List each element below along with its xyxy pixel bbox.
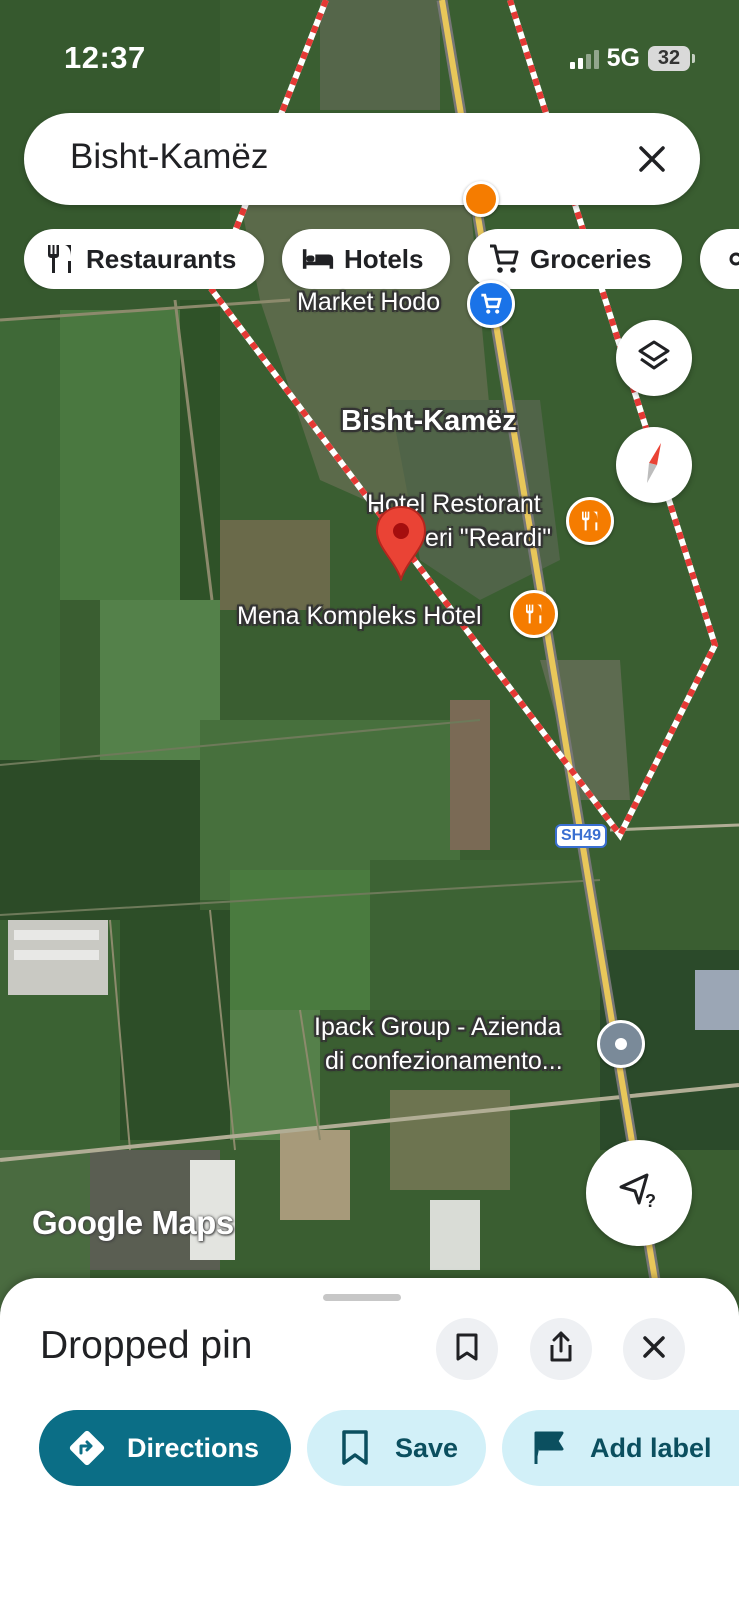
layers-button[interactable] — [616, 320, 692, 396]
label-market-hodo[interactable]: Market Hodo — [297, 288, 440, 317]
chip-groceries[interactable]: Groceries — [468, 229, 682, 289]
share-button[interactable] — [530, 1318, 592, 1380]
restaurant-marker-icon[interactable] — [566, 497, 614, 545]
label-reardi[interactable]: eri "Reardi" — [425, 524, 551, 553]
directions-label: Directions — [127, 1432, 260, 1463]
directions-button[interactable]: Directions — [39, 1410, 291, 1486]
share-icon — [547, 1331, 575, 1368]
restaurant-marker-icon-2[interactable] — [510, 590, 558, 638]
battery-level: 32 — [648, 46, 690, 71]
chip-more[interactable] — [700, 229, 739, 289]
clear-search-icon[interactable] — [628, 135, 676, 183]
place-bottom-sheet: Dropped pin Directions Save Add label — [0, 1278, 739, 1600]
bookmark-icon — [455, 1332, 479, 1367]
label-ipack-line2[interactable]: di confezionamento... — [325, 1047, 563, 1076]
chip-label-hotels: Hotels — [344, 243, 424, 274]
dropped-pin-icon[interactable] — [375, 505, 427, 581]
more-category-icon — [720, 243, 739, 275]
add-label-button[interactable]: Add label — [502, 1410, 739, 1486]
sheet-drag-handle[interactable] — [323, 1294, 401, 1301]
chip-label-groceries: Groceries — [530, 243, 652, 274]
signal-icon — [569, 49, 599, 69]
place-title: Dropped pin — [40, 1324, 253, 1367]
navigation-question-icon: ? — [617, 1171, 661, 1216]
restaurant-marker-top[interactable] — [463, 181, 499, 217]
svg-text:?: ? — [645, 1191, 656, 1211]
chip-label-restaurants: Restaurants — [86, 243, 237, 274]
save-label: Save — [395, 1432, 459, 1463]
save-bookmark-icon — [333, 1426, 377, 1470]
navigate-button[interactable]: ? — [586, 1140, 692, 1246]
place-marker-icon[interactable] — [597, 1020, 645, 1068]
fork-knife-icon — [44, 243, 76, 275]
label-mena-kompleks[interactable]: Mena Kompleks Hotel — [237, 602, 482, 631]
map-view[interactable]: 12:37 5G 32 Bisht-Kamëz Restaurants Hote… — [0, 0, 739, 1310]
add-label-label: Add label — [590, 1432, 712, 1463]
bed-icon — [302, 243, 334, 275]
flag-icon — [528, 1426, 572, 1470]
search-bar[interactable]: Bisht-Kamëz — [24, 113, 700, 205]
status-bar: 12:37 5G 32 — [0, 38, 739, 78]
bookmark-button[interactable] — [436, 1318, 498, 1380]
save-button[interactable]: Save — [307, 1410, 486, 1486]
label-ipack-line1[interactable]: Ipack Group - Azienda — [314, 1013, 561, 1042]
close-sheet-button[interactable] — [623, 1318, 685, 1380]
chip-restaurants[interactable]: Restaurants — [24, 229, 264, 289]
google-maps-logo: Google Maps — [32, 1204, 234, 1241]
search-query[interactable]: Bisht-Kamëz — [70, 137, 268, 177]
category-chips: Restaurants Hotels Groceries — [24, 229, 739, 289]
directions-icon — [65, 1426, 109, 1470]
chip-hotels[interactable]: Hotels — [282, 229, 450, 289]
compass-button[interactable] — [616, 427, 692, 503]
cart-icon — [488, 243, 520, 275]
road-shield-sh49: SH49 — [555, 824, 608, 848]
close-icon — [642, 1335, 666, 1364]
shopping-cart-marker-icon[interactable] — [467, 280, 515, 328]
status-time: 12:37 — [64, 40, 146, 75]
network-type: 5G — [606, 44, 640, 72]
label-area-name: Bisht-Kamëz — [341, 405, 517, 437]
battery-icon: 32 — [648, 46, 695, 71]
compass-icon — [639, 441, 669, 490]
layers-icon — [636, 338, 672, 379]
